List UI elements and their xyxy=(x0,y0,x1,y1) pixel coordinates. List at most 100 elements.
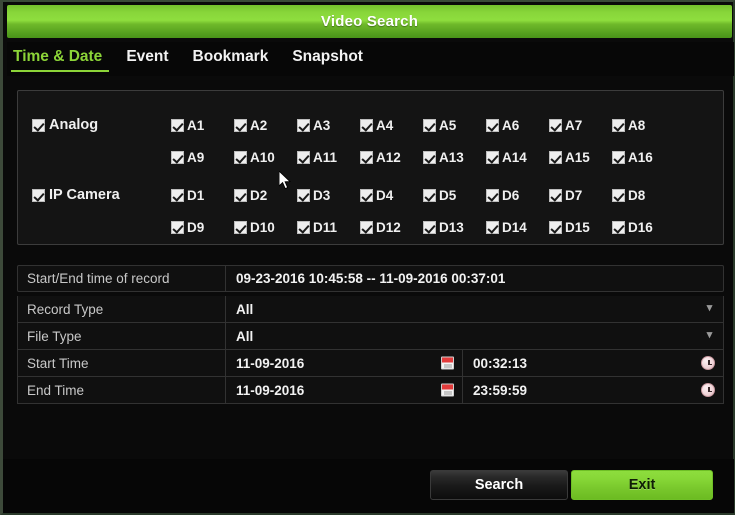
calendar-icon[interactable] xyxy=(441,356,454,370)
channel-d4[interactable]: D4 xyxy=(360,188,423,203)
tab-bookmark[interactable]: Bookmark xyxy=(181,42,281,74)
channel-d15[interactable]: D15 xyxy=(549,220,612,235)
checkbox-icon[interactable] xyxy=(423,118,436,132)
row-start-time: Start Time 11-09-2016 00:32:13 xyxy=(17,350,724,377)
channel-a2[interactable]: A2 xyxy=(234,118,297,133)
channel-a15[interactable]: A15 xyxy=(549,150,612,165)
channel-d12[interactable]: D12 xyxy=(360,220,423,235)
tab-bar: Time & Date Event Bookmark Snapshot xyxy=(7,42,734,76)
checkbox-icon[interactable] xyxy=(171,150,184,164)
exit-button[interactable]: Exit xyxy=(571,470,713,500)
clock-icon[interactable] xyxy=(701,383,715,397)
end-date-field[interactable]: 11-09-2016 xyxy=(226,377,463,403)
record-type-dropdown[interactable]: All ▾ xyxy=(226,296,723,322)
channel-a12[interactable]: A12 xyxy=(360,150,423,165)
checkbox-icon[interactable] xyxy=(486,188,499,202)
channel-a4[interactable]: A4 xyxy=(360,118,423,133)
checkbox-icon[interactable] xyxy=(32,188,45,202)
channel-d9[interactable]: D9 xyxy=(171,220,234,235)
checkbox-icon[interactable] xyxy=(612,188,625,202)
checkbox-icon[interactable] xyxy=(234,150,247,164)
channel-label: D16 xyxy=(628,219,653,235)
channel-d2[interactable]: D2 xyxy=(234,188,297,203)
channel-label: A9 xyxy=(187,149,205,165)
channel-d7[interactable]: D7 xyxy=(549,188,612,203)
checkbox-icon[interactable] xyxy=(612,220,625,234)
tab-snapshot[interactable]: Snapshot xyxy=(280,42,375,74)
checkbox-icon[interactable] xyxy=(549,150,562,164)
checkbox-icon[interactable] xyxy=(486,150,499,164)
checkbox-icon[interactable] xyxy=(549,220,562,234)
checkbox-icon[interactable] xyxy=(360,118,373,132)
tab-event[interactable]: Event xyxy=(114,42,180,74)
channel-a14[interactable]: A14 xyxy=(486,150,549,165)
checkbox-icon[interactable] xyxy=(234,188,247,202)
checkbox-icon[interactable] xyxy=(486,118,499,132)
checkbox-icon[interactable] xyxy=(612,150,625,164)
channel-a5[interactable]: A5 xyxy=(423,118,486,133)
channel-a16[interactable]: A16 xyxy=(612,150,675,165)
channel-d1[interactable]: D1 xyxy=(171,188,234,203)
checkbox-icon[interactable] xyxy=(171,188,184,202)
checkbox-icon[interactable] xyxy=(32,118,45,132)
checkbox-icon[interactable] xyxy=(234,220,247,234)
end-clock-field[interactable]: 23:59:59 xyxy=(463,377,723,403)
channel-d3[interactable]: D3 xyxy=(297,188,360,203)
checkbox-icon[interactable] xyxy=(423,188,436,202)
checkbox-icon[interactable] xyxy=(171,220,184,234)
channel-label: A11 xyxy=(313,149,338,165)
channel-d11[interactable]: D11 xyxy=(297,220,360,235)
checkbox-icon[interactable] xyxy=(612,118,625,132)
analog-group-checkbox[interactable]: Analog xyxy=(32,117,182,133)
channel-d13[interactable]: D13 xyxy=(423,220,486,235)
checkbox-icon[interactable] xyxy=(360,220,373,234)
start-date-field[interactable]: 11-09-2016 xyxy=(226,350,463,376)
channel-a10[interactable]: A10 xyxy=(234,150,297,165)
analog-row-2: A9 A10 A11 A12 A13 A14 A15 A16 xyxy=(18,143,723,171)
channel-d16[interactable]: D16 xyxy=(612,220,675,235)
checkbox-icon[interactable] xyxy=(486,220,499,234)
calendar-icon[interactable] xyxy=(441,383,454,397)
channel-a7[interactable]: A7 xyxy=(549,118,612,133)
channel-a8[interactable]: A8 xyxy=(612,118,675,133)
channel-a6[interactable]: A6 xyxy=(486,118,549,133)
channel-d14[interactable]: D14 xyxy=(486,220,549,235)
analog-channels-row-2: A9 A10 A11 A12 A13 A14 A15 A16 xyxy=(171,150,675,165)
checkbox-icon[interactable] xyxy=(234,118,247,132)
checkbox-icon[interactable] xyxy=(423,220,436,234)
checkbox-icon[interactable] xyxy=(549,118,562,132)
checkbox-icon[interactable] xyxy=(171,118,184,132)
channel-d6[interactable]: D6 xyxy=(486,188,549,203)
checkbox-icon[interactable] xyxy=(360,188,373,202)
search-button[interactable]: Search xyxy=(430,470,568,500)
channel-label: D6 xyxy=(502,187,520,203)
channel-d10[interactable]: D10 xyxy=(234,220,297,235)
channel-label: D10 xyxy=(250,219,275,235)
checkbox-icon[interactable] xyxy=(360,150,373,164)
start-date-text: 11-09-2016 xyxy=(236,355,305,371)
start-clock-field[interactable]: 00:32:13 xyxy=(463,350,723,376)
channel-d8[interactable]: D8 xyxy=(612,188,675,203)
chevron-down-icon[interactable]: ▾ xyxy=(705,303,714,314)
channel-label: A5 xyxy=(439,117,457,133)
clock-icon[interactable] xyxy=(701,356,715,370)
channel-a11[interactable]: A11 xyxy=(297,150,360,165)
tab-time-and-date[interactable]: Time & Date xyxy=(7,42,114,74)
channel-a13[interactable]: A13 xyxy=(423,150,486,165)
channel-a1[interactable]: A1 xyxy=(171,118,234,133)
checkbox-icon[interactable] xyxy=(297,220,310,234)
start-time-text: 00:32:13 xyxy=(473,355,528,371)
file-type-dropdown[interactable]: All ▾ xyxy=(226,323,723,349)
ip-camera-group-checkbox[interactable]: IP Camera xyxy=(32,187,182,203)
channel-d5[interactable]: D5 xyxy=(423,188,486,203)
checkbox-icon[interactable] xyxy=(423,150,436,164)
channel-a3[interactable]: A3 xyxy=(297,118,360,133)
chevron-down-icon[interactable]: ▾ xyxy=(705,330,714,341)
checkbox-icon[interactable] xyxy=(297,188,310,202)
channel-label: A10 xyxy=(250,149,275,165)
checkbox-icon[interactable] xyxy=(297,118,310,132)
checkbox-icon[interactable] xyxy=(297,150,310,164)
row-record-range: Start/End time of record 09-23-2016 10:4… xyxy=(17,265,724,292)
checkbox-icon[interactable] xyxy=(549,188,562,202)
channel-a9[interactable]: A9 xyxy=(171,150,234,165)
